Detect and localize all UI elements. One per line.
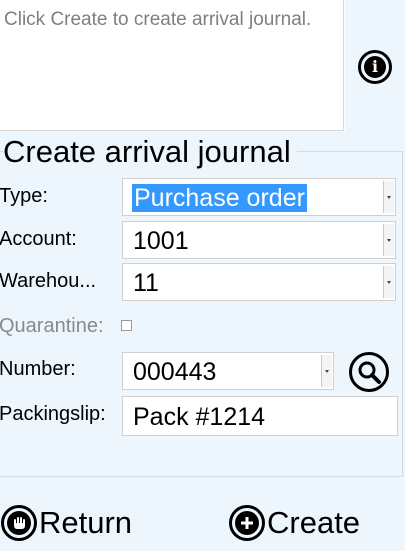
message-text: Click Create to create arrival journal. [4,9,312,30]
return-label: Return [39,505,133,540]
account-value: 1001 [133,227,189,255]
create-label: Create [267,505,361,540]
packingslip-value: Pack #1214 [133,403,266,431]
packingslip-label: Packingslip: [0,403,106,425]
warehouse-value: 11 [133,269,159,297]
warehouse-select[interactable]: 11 [122,263,396,301]
create-button[interactable]: Create [229,500,360,546]
chevron-down-icon[interactable] [383,266,394,298]
number-label: Number: [0,358,76,380]
chevron-down-icon[interactable] [383,181,394,213]
message-panel: Click Create to create arrival journal. [0,0,344,131]
plus-circle-icon [229,505,265,541]
type-value: Purchase order [132,184,307,212]
info-icon: i [364,56,386,78]
search-button[interactable] [349,352,389,392]
chevron-down-icon[interactable] [383,224,394,256]
warehouse-label: Warehou... [0,270,97,292]
search-icon [358,361,381,384]
number-select[interactable]: 000443 [122,352,334,390]
info-button[interactable]: i [358,50,392,84]
stop-hand-icon [1,505,37,541]
chevron-down-icon[interactable] [321,355,332,387]
quarantine-checkbox[interactable] [121,320,132,331]
type-select[interactable]: Purchase order [122,178,396,216]
packingslip-input[interactable]: Pack #1214 [122,396,398,436]
form-title: Create arrival journal [3,133,297,171]
number-value: 000443 [133,358,217,386]
return-button[interactable]: Return [1,500,132,546]
quarantine-label: Quarantine: [0,315,104,337]
account-select[interactable]: 1001 [122,221,396,259]
type-label: Type: [0,185,48,207]
account-label: Account: [0,228,77,250]
